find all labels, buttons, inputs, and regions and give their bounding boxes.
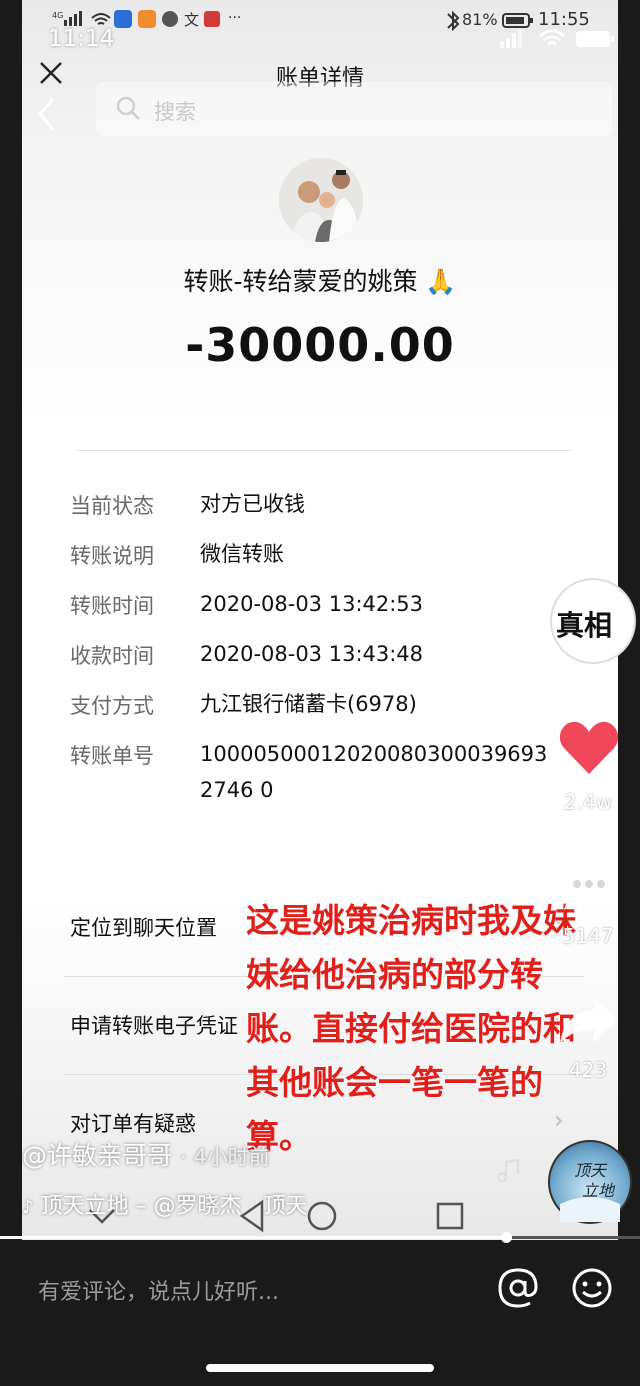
mention-at-icon[interactable] bbox=[496, 1266, 540, 1310]
like-count: 2.4w bbox=[563, 790, 613, 814]
detail-value: 九江银行储蓄卡(6978) bbox=[200, 692, 417, 716]
pray-emoji: 🙏 bbox=[425, 267, 457, 296]
detail-label: 支付方式 bbox=[70, 694, 154, 718]
back-arrow-icon[interactable] bbox=[36, 96, 56, 132]
progress-fill bbox=[0, 1236, 506, 1239]
home-indicator bbox=[206, 1364, 434, 1372]
author-line: @许敏亲哥哥 · 4小时前 bbox=[22, 1136, 270, 1172]
music-note-icon: ♪ bbox=[22, 1197, 34, 1218]
outer-clock: 11:14 bbox=[48, 26, 115, 52]
share-arrow-icon[interactable] bbox=[558, 994, 620, 1048]
music-title: 顶天立地 – @罗晓杰 顶天 bbox=[40, 1194, 308, 1219]
detail-value: 2020-08-03 13:42:53 bbox=[200, 592, 424, 616]
share-count: 423 bbox=[568, 1058, 608, 1082]
emoji-icon[interactable] bbox=[570, 1266, 614, 1310]
author-handle[interactable]: @许敏亲哥哥 bbox=[22, 1141, 172, 1170]
detail-label: 转账说明 bbox=[70, 544, 154, 568]
transfer-title: 转账-转给蒙爱的姚策 🙏 bbox=[22, 262, 618, 298]
detail-label: 转账时间 bbox=[70, 594, 154, 618]
creator-avatar-text: 真相 bbox=[556, 609, 613, 642]
video-progress-bar[interactable] bbox=[0, 1232, 640, 1243]
detail-label: 转账单号 bbox=[70, 744, 154, 768]
comment-bubble-icon[interactable] bbox=[558, 856, 620, 914]
music-disc-avatar[interactable]: 顶天 立地 bbox=[548, 1140, 632, 1224]
like-heart-icon[interactable] bbox=[558, 718, 620, 776]
post-time: · 4小时前 bbox=[179, 1145, 270, 1169]
music-note-icon bbox=[498, 1158, 519, 1182]
video-caption-overlay: 这是姚策治病时我及妹妹给他治病的部分转账。直接付给医院的和其他账会一笔一笔的算。 bbox=[246, 901, 576, 1156]
recipient-avatar bbox=[279, 158, 363, 242]
action-order-question[interactable]: 对订单有疑惑 bbox=[70, 1108, 196, 1138]
divider bbox=[76, 450, 572, 451]
detail-label: 收款时间 bbox=[70, 644, 154, 668]
action-request-voucher[interactable]: 申请转账电子凭证 bbox=[70, 1010, 238, 1040]
search-icon bbox=[116, 96, 140, 120]
outer-status-icons bbox=[500, 29, 614, 48]
transfer-number: 100005000120200803000396932746 0 bbox=[200, 742, 548, 802]
comment-input[interactable]: 有爱评论，说点儿好听... bbox=[38, 1274, 279, 1306]
music-line[interactable]: ♪ 顶天立地 – @罗晓杰 顶天 bbox=[22, 1188, 308, 1220]
progress-knob[interactable] bbox=[500, 1232, 512, 1243]
creator-avatar[interactable]: 真相 bbox=[550, 578, 636, 664]
detail-label: 当前状态 bbox=[70, 494, 154, 518]
outer-status-bar: 11:14 bbox=[0, 0, 640, 60]
detail-value: 微信转账 bbox=[200, 542, 284, 566]
action-locate-chat[interactable]: 定位到聊天位置 bbox=[70, 912, 217, 942]
transfer-amount: -30000.00 bbox=[185, 318, 455, 372]
search-placeholder: 搜索 bbox=[154, 100, 196, 124]
search-bar[interactable]: 搜索 bbox=[96, 82, 612, 136]
svg-text:立地: 立地 bbox=[582, 1181, 616, 1200]
transfer-title-text: 转账-转给蒙爱的姚策 bbox=[183, 267, 418, 296]
detail-value: 2020-08-03 13:43:48 bbox=[200, 642, 424, 666]
comment-count: 5147 bbox=[562, 924, 614, 948]
svg-text:顶天: 顶天 bbox=[574, 1161, 608, 1180]
detail-value: 对方已收钱 bbox=[200, 492, 305, 516]
